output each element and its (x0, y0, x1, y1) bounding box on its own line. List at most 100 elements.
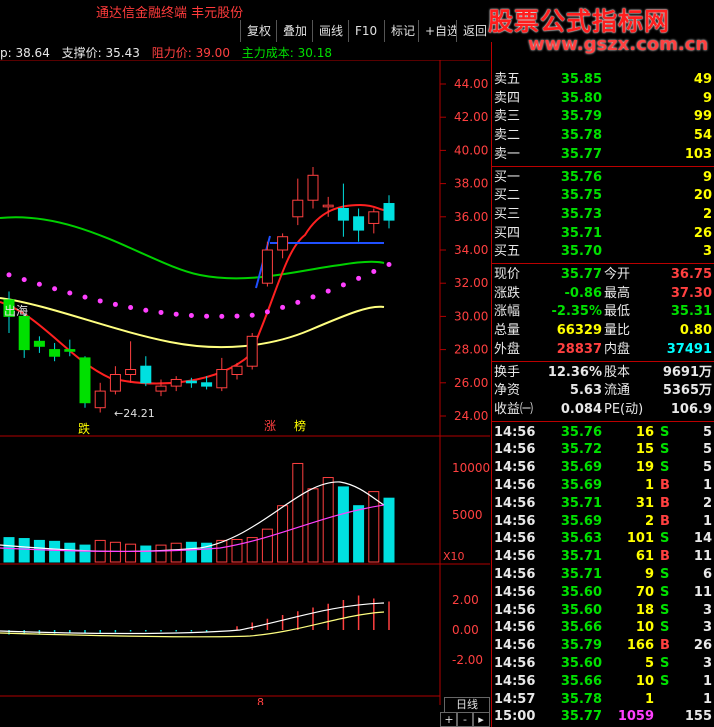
tick-time: 14:56 (494, 638, 536, 654)
cost-label: 主力成本: (241, 46, 294, 60)
volume-bar (261, 528, 273, 563)
macd-bars (8, 595, 390, 635)
stat-row[interactable]: 换手 12.36% 股本 9691万 (492, 364, 714, 382)
tick-side: S (660, 531, 670, 547)
support-value: 35.43 (105, 46, 140, 60)
ma-dot (249, 312, 255, 318)
tick-row[interactable]: 14:56 35.66 10 S 3 (492, 619, 714, 637)
tick-row[interactable]: 14:56 35.69 19 S 5 (492, 459, 714, 477)
tick-row[interactable]: 14:56 35.72 15 S 5 (492, 441, 714, 459)
candle-body (231, 365, 243, 376)
draw-line-button[interactable]: 画线 (312, 20, 350, 42)
stat-row[interactable]: 涨跌 -0.86 最高 37.30 (492, 285, 714, 303)
tick-row[interactable]: 14:56 35.71 9 S 6 (492, 566, 714, 584)
tick-price: 35.69 (560, 478, 602, 493)
period-button[interactable]: 日线 (444, 697, 490, 713)
bid-row[interactable]: 买一 35.76 9 (492, 169, 714, 187)
tick-row[interactable]: 14:56 35.79 166 B 26 (492, 637, 714, 655)
tick-time: 14:56 (494, 442, 536, 458)
stat-row[interactable]: 现价 35.77 今开 36.75 (492, 266, 714, 284)
candle-body (261, 249, 273, 284)
tick-row[interactable]: 14:56 35.60 70 S 11 (492, 584, 714, 602)
bid-row[interactable]: 买四 35.71 26 (492, 225, 714, 243)
f10-button[interactable]: F10 (348, 20, 384, 42)
scroll-right-icon[interactable]: ▸ (472, 712, 490, 727)
stat-row[interactable]: 净资 5.63 流通 5365万 (492, 382, 714, 400)
ask-row[interactable]: 卖五 35.85 49 (492, 71, 714, 89)
tick-time: 14:56 (494, 495, 536, 511)
tick-row[interactable]: 14:56 35.60 5 S 3 (492, 655, 714, 673)
volume-bar (155, 544, 167, 563)
tick-price: 35.77 (560, 709, 602, 725)
tick-count: 11 (693, 549, 712, 565)
tick-count: 3 (702, 656, 712, 671)
tick-row[interactable]: 14:56 35.71 61 B 11 (492, 548, 714, 566)
stat-value: 36.75 (670, 267, 712, 282)
stat-row[interactable]: 涨幅 -2.35% 最低 35.31 (492, 303, 714, 321)
overlay-button[interactable]: 叠加 (276, 20, 314, 42)
ask-row[interactable]: 卖三 35.79 99 (492, 108, 714, 126)
tick-row[interactable]: 14:56 35.60 18 S 3 (492, 602, 714, 620)
tick-price: 35.63 (560, 531, 602, 547)
ma-dot (310, 294, 316, 300)
panel-separator (492, 165, 714, 167)
candle-body (353, 216, 365, 231)
tick-count: 5 (702, 460, 712, 476)
tick-count: 2 (702, 495, 712, 511)
volume-bar (33, 539, 45, 563)
stat-value: 35.31 (670, 304, 712, 320)
ask-label: 卖四 (494, 90, 521, 106)
candles-group (3, 167, 395, 413)
stat-label: 换手 (494, 364, 521, 380)
bid-row[interactable]: 买二 35.75 20 (492, 187, 714, 205)
tick-row[interactable]: 14:56 35.69 2 B 1 (492, 513, 714, 531)
stat-label: 现价 (494, 267, 521, 282)
tick-count: 155 (684, 709, 712, 725)
stat-row[interactable]: 收益㈠ 0.084 PE(动) 106.9 (492, 401, 714, 419)
ma-dot (325, 288, 331, 294)
ask-row[interactable]: 卖一 35.77 103 (492, 146, 714, 164)
ma-dot (128, 305, 134, 311)
tick-volume: 101 (626, 531, 654, 547)
tick-volume: 70 (635, 584, 654, 600)
stat-row[interactable]: 外盘 28837 内盘 37491 (492, 341, 714, 359)
bid-label: 买一 (494, 169, 521, 185)
tick-row[interactable]: 15:00 35.77 1059 155 (492, 708, 714, 726)
kline-chart[interactable]: 44.00 42.00 40.00 38.00 36.00 34.00 32.00 30.00… (0, 60, 490, 705)
candle-body (64, 349, 76, 352)
tick-price: 35.79 (560, 638, 602, 654)
tick-time: 15:00 (494, 709, 536, 725)
ask-row[interactable]: 卖四 35.80 9 (492, 90, 714, 108)
bid-label: 买二 (494, 188, 521, 204)
tick-row[interactable]: 14:56 35.66 10 S 1 (492, 673, 714, 691)
tick-volume: 61 (635, 549, 654, 565)
price-tick-label: 38.00 (454, 177, 488, 191)
candle-body (368, 211, 380, 224)
stat-row[interactable]: 总量 66329 量比 0.80 (492, 322, 714, 340)
ask-row[interactable]: 卖二 35.78 54 (492, 127, 714, 145)
bid-label: 买四 (494, 225, 521, 241)
ma-dot (371, 269, 377, 275)
tick-row[interactable]: 14:56 35.76 16 S 5 (492, 424, 714, 442)
tick-time: 14:56 (494, 567, 536, 582)
price-tick-label: 32.00 (454, 276, 488, 290)
stat-label: 收益㈠ (494, 401, 534, 417)
candle-body (185, 380, 197, 384)
tick-row[interactable]: 14:56 35.63 101 S 14 (492, 530, 714, 548)
volume-bar (109, 541, 121, 563)
tick-volume: 31 (635, 495, 654, 511)
mark-button[interactable]: 标记 (384, 20, 422, 42)
ma-dot (36, 281, 42, 287)
tick-volume: 10 (635, 673, 654, 689)
stat-value: 12.36% (547, 364, 602, 380)
tick-time: 14:56 (494, 424, 536, 440)
bid-row[interactable]: 买三 35.73 2 (492, 206, 714, 224)
tick-row[interactable]: 14:56 35.69 1 B 1 (492, 477, 714, 495)
tick-volume: 1 (644, 478, 654, 493)
tick-row[interactable]: 14:56 35.71 31 B 2 (492, 495, 714, 513)
candle-body (383, 203, 395, 221)
tick-row[interactable]: 14:57 35.78 1 1 (492, 691, 714, 709)
bid-row[interactable]: 买五 35.70 3 (492, 243, 714, 261)
restore-right-button[interactable]: 复权 (240, 20, 278, 42)
panel-separator (492, 420, 714, 422)
